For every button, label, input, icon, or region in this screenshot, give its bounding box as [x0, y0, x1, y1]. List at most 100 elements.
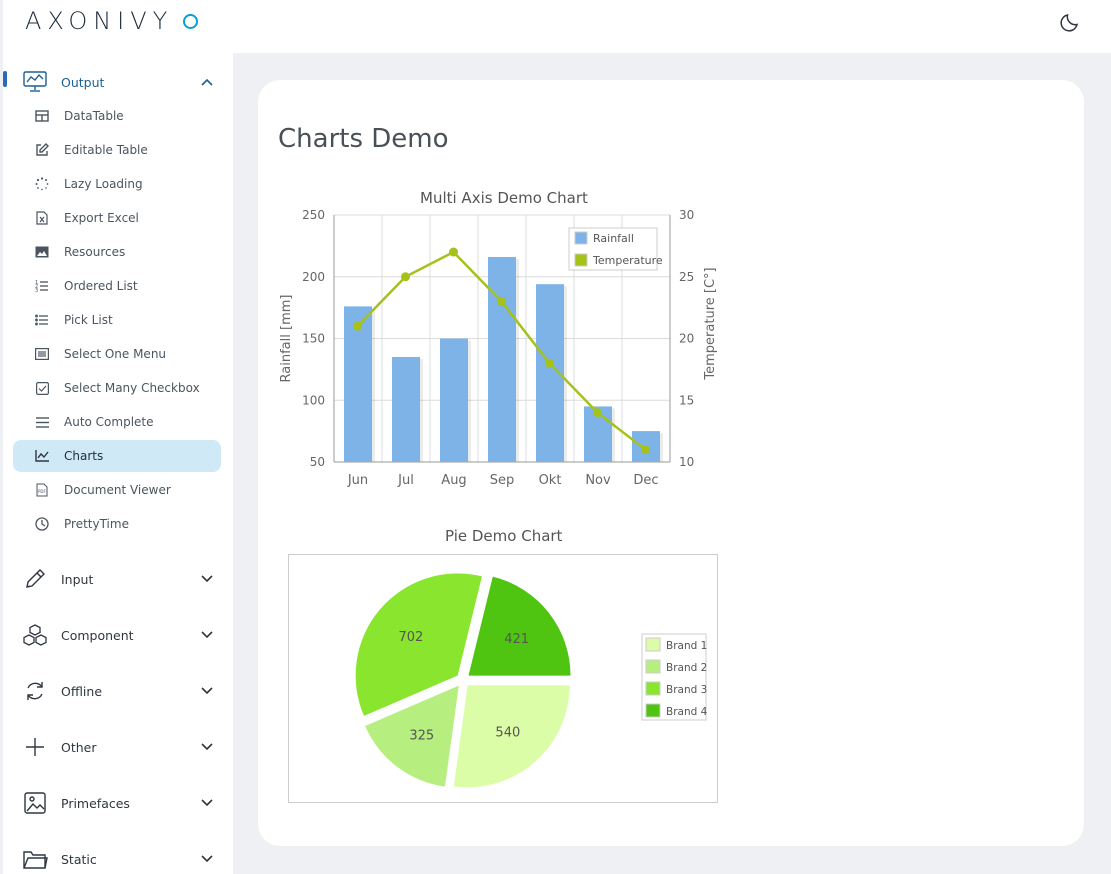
temperature-point: [401, 272, 410, 282]
monitor-chart-icon: [21, 68, 49, 96]
sidebar-item-select-one-menu[interactable]: Select One Menu: [13, 338, 221, 370]
logo-circle-icon: [183, 13, 199, 29]
pie-value-label: 325: [409, 728, 434, 743]
chevron-up-icon: [200, 75, 214, 89]
image-icon: [34, 244, 50, 260]
sidebar-item-label: Document Viewer: [64, 483, 171, 497]
line-chart-icon: [34, 448, 50, 464]
pdf-icon: PDF: [34, 482, 50, 498]
sidebar-item-lazy-loading[interactable]: Lazy Loading: [13, 168, 221, 200]
sidebar-item-pick-list[interactable]: Pick List: [13, 304, 221, 336]
temperature-point: [449, 247, 458, 257]
sidebar-item-charts[interactable]: Charts: [13, 440, 221, 472]
temperature-point: [545, 358, 554, 368]
spinner-icon: [34, 176, 50, 192]
sidebar-group-input[interactable]: Input: [3, 563, 233, 595]
checkbox-icon: [34, 380, 50, 396]
top-bar: [233, 0, 1111, 53]
sidebar-item-resources[interactable]: Resources: [13, 236, 221, 268]
sidebar-group-offline[interactable]: Offline: [3, 675, 233, 707]
sidebar-group-label: Offline: [61, 683, 103, 699]
bar: [392, 357, 420, 462]
chevron-down-icon: [200, 852, 214, 866]
sidebar-item-select-many-checkbox[interactable]: Select Many Checkbox: [13, 372, 221, 404]
y2-tick-label: 30: [679, 208, 694, 222]
y-tick-label: 100: [302, 393, 325, 407]
sidebar-group-static[interactable]: Static: [3, 843, 233, 874]
sidebar-item-auto-complete[interactable]: Auto Complete: [13, 406, 221, 438]
x-tick-label: Sep: [490, 473, 515, 488]
sidebar-group-other[interactable]: Other: [3, 731, 233, 763]
y-tick-label: 250: [302, 208, 325, 222]
sidebar-item-label: Editable Table: [64, 143, 148, 157]
chevron-down-icon: [200, 740, 214, 754]
sidebar-group-label: Output: [61, 74, 105, 90]
chevron-down-icon: [200, 796, 214, 810]
legend-swatch: [645, 659, 661, 674]
page-title: Charts Demo: [278, 124, 449, 154]
y2-tick-label: 25: [679, 270, 694, 284]
temperature-point: [353, 321, 362, 331]
sidebar-item-label: Export Excel: [64, 211, 139, 225]
logo-text: AXONIVY: [25, 7, 174, 35]
x-tick-label: Jul: [397, 473, 414, 488]
sidebar-group-component[interactable]: Component: [3, 619, 233, 651]
x-tick-label: Nov: [585, 473, 611, 488]
sidebar-group-label: Input: [61, 571, 94, 587]
sidebar-item-label: Resources: [64, 245, 126, 259]
x-tick-label: Okt: [539, 473, 562, 488]
legend-label: Rainfall: [593, 232, 634, 245]
sidebar-item-prettytime[interactable]: PrettyTime: [13, 508, 221, 540]
sidebar-item-document-viewer[interactable]: PDF Document Viewer: [13, 474, 221, 506]
folder-icon: [21, 845, 49, 873]
sidebar-item-label: Lazy Loading: [64, 177, 143, 191]
plus-icon: [21, 733, 49, 761]
sidebar-item-label: Charts: [64, 449, 104, 463]
sidebar-item-label: PrettyTime: [64, 517, 129, 531]
picture-icon: [21, 789, 49, 817]
excel-file-icon: [34, 210, 50, 226]
y2-tick-label: 15: [679, 393, 694, 407]
legend-swatch: [645, 637, 661, 652]
pie-chart: 540 325 702 421 Brand 1 Brand 2 Brand 3 Brand 4: [288, 554, 718, 803]
sidebar-group-label: Other: [61, 739, 97, 755]
sidebar-item-label: Auto Complete: [64, 415, 154, 429]
legend-label: Brand 2: [666, 662, 707, 674]
y-tick-label: 50: [310, 455, 325, 469]
bars-icon: [34, 414, 50, 430]
temperature-point: [641, 445, 650, 455]
svg-text:3: 3: [35, 288, 38, 293]
sidebar-item-datatable[interactable]: DataTable: [13, 100, 221, 132]
legend-swatch: [574, 253, 588, 267]
sidebar-group-label: Primefaces: [61, 795, 130, 811]
sidebar-item-label: DataTable: [64, 109, 124, 123]
bar: [488, 256, 516, 462]
chevron-down-icon: [200, 572, 214, 586]
sidebar-group-output[interactable]: Output: [3, 66, 233, 98]
pie-legend: Brand 1 Brand 2 Brand 3 Brand 4: [641, 633, 708, 721]
sidebar-item-ordered-list[interactable]: 123 Ordered List: [13, 270, 221, 302]
y-tick-label: 150: [302, 332, 325, 346]
sidebar-item-export-excel[interactable]: Export Excel: [13, 202, 221, 234]
pie-value-label: 540: [495, 725, 520, 740]
legend-swatch: [645, 703, 661, 718]
multi-axis-chart: 50 100 150 200 250 10 15 20 25 30 Jun Jul Aug Sep Okt N…: [279, 208, 718, 488]
sidebar-group-label: Component: [61, 627, 134, 643]
axonivy-logo[interactable]: AXONIVY: [25, 6, 199, 36]
legend-label: Brand 3: [666, 684, 707, 696]
x-tick-label: Dec: [633, 473, 658, 488]
pie-value-label: 702: [398, 630, 423, 645]
y2-tick-label: 20: [679, 332, 694, 346]
moon-icon[interactable]: [1059, 11, 1081, 33]
sidebar-group-primefaces[interactable]: Primefaces: [3, 787, 233, 819]
edit-icon: [34, 142, 50, 158]
ordered-list-icon: 123: [34, 278, 50, 294]
legend-label: Temperature: [592, 254, 663, 267]
sidebar-item-label: Select One Menu: [64, 347, 167, 361]
temperature-point: [497, 296, 506, 306]
y2-axis-label: Temperature [C°]: [703, 267, 718, 380]
content-card: Charts Demo Multi Axis Demo Chart 50 100 1…: [258, 80, 1084, 846]
list-icon: [34, 312, 50, 328]
y-axis-label: Rainfall [mm]: [279, 295, 294, 383]
sidebar-item-editable-table[interactable]: Editable Table: [13, 134, 221, 166]
